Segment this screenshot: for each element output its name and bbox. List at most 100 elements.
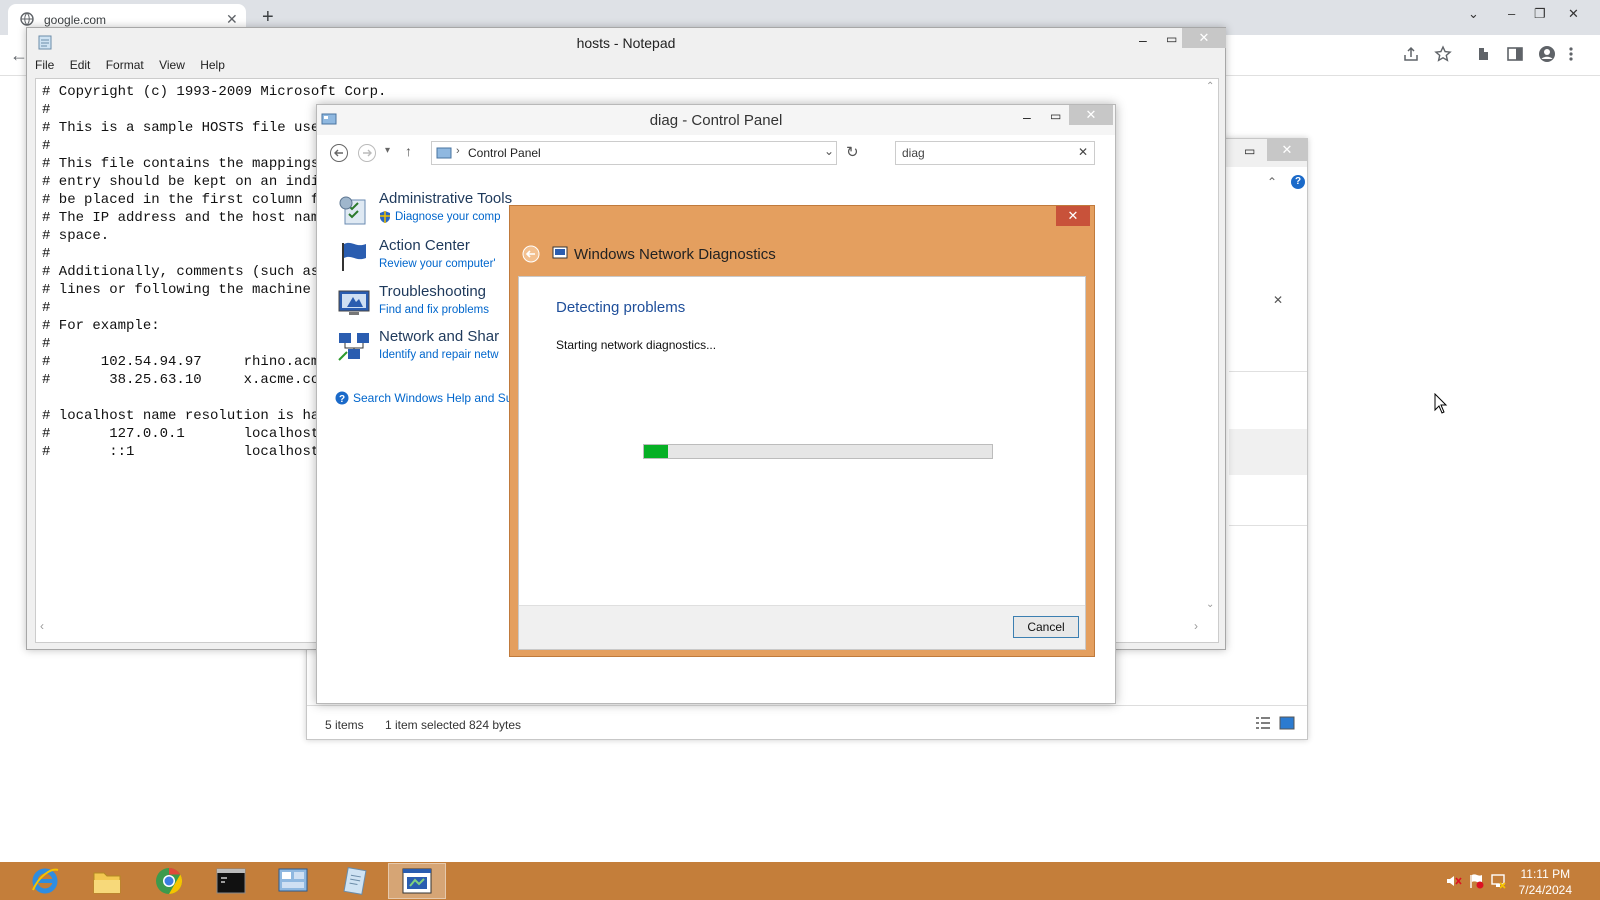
result-title[interactable]: Administrative Tools: [379, 190, 512, 207]
search-help-link[interactable]: Search Windows Help and Su: [353, 391, 512, 405]
clear-search-icon[interactable]: ✕: [1273, 293, 1283, 307]
taskbar-notepad[interactable]: [326, 863, 384, 899]
profile-avatar-icon[interactable]: [1538, 45, 1556, 63]
maximize-icon[interactable]: ▭: [1166, 32, 1177, 46]
new-tab-button[interactable]: +: [262, 6, 274, 29]
network-diagnostics-icon: [402, 868, 432, 896]
address-bar[interactable]: › Control Panel ⌄: [431, 141, 837, 165]
result-title[interactable]: Network and Shar: [379, 328, 499, 345]
svg-text:?: ?: [339, 394, 345, 405]
help-icon[interactable]: ?: [1291, 175, 1305, 189]
back-icon[interactable]: [329, 143, 349, 163]
dialog-content: Detecting problems Starting network diag…: [518, 276, 1086, 650]
uac-shield-icon: [379, 210, 391, 223]
result-subtitle[interactable]: Diagnose your comp: [395, 211, 500, 223]
result-subtitle[interactable]: Review your computer': [379, 258, 496, 270]
status-bar: 5 items 1 item selected 824 bytes: [307, 705, 1307, 739]
selection-size: 824 bytes: [469, 718, 522, 732]
forward-icon[interactable]: [357, 143, 377, 163]
address-dropdown-icon[interactable]: ⌄: [824, 144, 834, 158]
collapse-ribbon-icon[interactable]: ⌃: [1267, 175, 1277, 189]
control-panel-title-bar[interactable]: diag - Control Panel – ▭ ✕: [317, 105, 1115, 135]
share-icon[interactable]: [1402, 45, 1420, 63]
taskbar-chrome[interactable]: [140, 863, 198, 899]
internet-explorer-icon: [30, 866, 60, 896]
recent-locations-icon[interactable]: ▾: [385, 145, 390, 156]
dialog-footer: Cancel: [519, 605, 1085, 649]
refresh-icon[interactable]: ↻: [846, 143, 859, 161]
taskbar-command-prompt[interactable]: [202, 863, 260, 899]
notepad-title: hosts - Notepad: [576, 35, 676, 51]
system-clock[interactable]: 11:11 PM 7/24/2024: [1519, 866, 1572, 898]
maximize-icon[interactable]: ▭: [1244, 144, 1255, 158]
item-count: 5 items: [325, 718, 364, 732]
dialog-title: Windows Network Diagnostics: [574, 246, 776, 263]
chrome-menu-icon[interactable]: [1568, 45, 1574, 63]
menu-format[interactable]: Format: [106, 58, 144, 72]
clock-date: 7/24/2024: [1518, 883, 1572, 897]
divider: [1229, 371, 1307, 372]
divider: [1229, 525, 1307, 526]
network-diagnostics-dialog: ✕ Windows Network Diagnostics Detecting …: [509, 205, 1095, 657]
result-title[interactable]: Troubleshooting: [379, 283, 486, 300]
selection-info: 1 item selected: [385, 718, 466, 732]
minimize-icon[interactable]: –: [1508, 6, 1515, 21]
breadcrumb[interactable]: Control Panel: [468, 146, 541, 160]
notepad-menu-bar: File Edit Format View Help: [35, 58, 237, 76]
close-icon[interactable]: ✕: [1568, 6, 1579, 22]
taskbar-control-panel[interactable]: [264, 863, 322, 899]
scroll-up-icon[interactable]: ⌃: [1206, 81, 1214, 92]
taskbar-file-explorer[interactable]: [78, 863, 136, 899]
search-box[interactable]: diag ✕: [895, 141, 1095, 165]
notepad-icon: [342, 866, 368, 896]
result-subtitle[interactable]: Identify and repair netw: [379, 349, 499, 361]
control-panel-icon: [278, 868, 308, 894]
action-center-flag-icon: [337, 239, 371, 273]
restore-icon[interactable]: ❐: [1534, 6, 1546, 22]
tab-close-icon[interactable]: ✕: [226, 11, 238, 28]
network-icon: [337, 330, 371, 364]
list-item[interactable]: [1229, 429, 1307, 475]
menu-view[interactable]: View: [159, 58, 185, 72]
chrome-icon: [154, 866, 184, 896]
close-icon[interactable]: ✕: [1069, 105, 1113, 125]
progress-bar-fill: [644, 445, 668, 458]
taskbar-network-diagnostics[interactable]: [388, 863, 446, 899]
minimize-icon[interactable]: –: [1023, 109, 1031, 125]
clock-time: 11:11 PM: [1520, 867, 1571, 881]
tab-search-chevron-icon[interactable]: ⌄: [1468, 6, 1479, 22]
taskbar: 11:11 PM 7/24/2024: [0, 862, 1600, 900]
notepad-title-bar[interactable]: hosts - Notepad – ▭ ✕: [27, 28, 1226, 58]
extensions-icon[interactable]: [1474, 45, 1492, 63]
up-arrow-icon[interactable]: ↑: [405, 143, 412, 159]
back-icon[interactable]: [522, 245, 540, 263]
clear-search-icon[interactable]: ✕: [1078, 145, 1088, 159]
help-question-icon: ?: [335, 391, 349, 405]
network-status-icon[interactable]: [1490, 873, 1506, 889]
close-icon[interactable]: ✕: [1056, 206, 1090, 226]
network-diagnostics-app-icon: [552, 245, 568, 261]
cancel-button[interactable]: Cancel: [1013, 616, 1079, 638]
taskbar-internet-explorer[interactable]: [16, 863, 74, 899]
mouse-cursor-icon: [1434, 393, 1448, 414]
close-icon[interactable]: ✕: [1267, 139, 1307, 161]
menu-help[interactable]: Help: [200, 58, 225, 72]
side-panel-icon[interactable]: [1506, 45, 1524, 63]
scroll-right-icon[interactable]: ›: [1194, 619, 1198, 633]
search-input[interactable]: diag: [902, 146, 925, 160]
large-icons-view-icon[interactable]: [1279, 716, 1295, 730]
result-title[interactable]: Action Center: [379, 237, 470, 254]
close-icon[interactable]: ✕: [1182, 28, 1226, 48]
control-panel-title: diag - Control Panel: [649, 112, 783, 129]
menu-edit[interactable]: Edit: [70, 58, 91, 72]
details-view-icon[interactable]: [1255, 716, 1271, 730]
result-subtitle[interactable]: Find and fix problems: [379, 304, 489, 316]
scroll-left-icon[interactable]: ‹: [40, 619, 44, 633]
scroll-down-icon[interactable]: ⌄: [1206, 599, 1214, 610]
bookmark-star-icon[interactable]: [1434, 45, 1452, 63]
menu-file[interactable]: File: [35, 58, 54, 72]
action-center-flag-icon[interactable]: [1468, 873, 1484, 889]
minimize-icon[interactable]: –: [1139, 32, 1147, 48]
maximize-icon[interactable]: ▭: [1050, 109, 1061, 123]
speaker-muted-icon[interactable]: [1446, 874, 1462, 888]
